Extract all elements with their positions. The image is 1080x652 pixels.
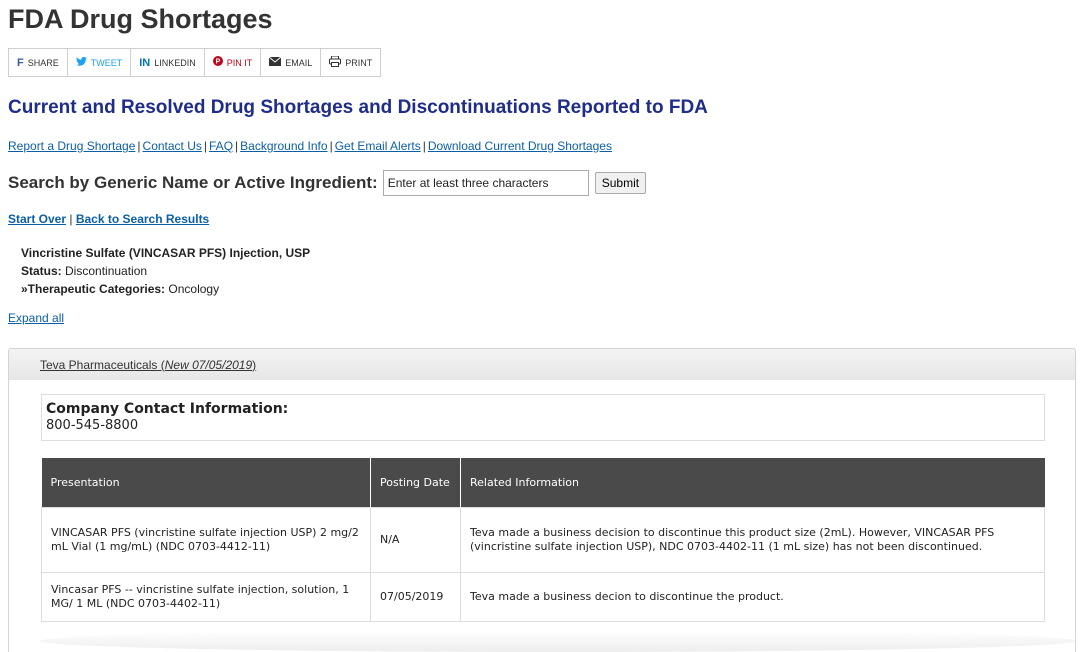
contact-title: Company Contact Information:	[46, 401, 289, 417]
twitter-tweet-button[interactable]: TWEET	[68, 49, 132, 76]
print-button[interactable]: PRINT	[321, 49, 380, 76]
submit-button[interactable]: Submit	[594, 172, 647, 194]
presentation-cell: VINCASAR PFS (vincristine sulfate inject…	[41, 506, 371, 573]
print-icon	[329, 55, 342, 70]
page-shadow	[40, 630, 1076, 652]
background-info-link[interactable]: Background Info	[240, 139, 327, 153]
related-info-cell: Teva made a business decion to discontin…	[460, 571, 1045, 622]
table-header-row: Presentation Posting Date Related Inform…	[41, 458, 1045, 507]
company-contact-box: Company Contact Information: 800-545-880…	[41, 394, 1045, 441]
table-row: Vincasar PFS -- vincristine sulfate inje…	[41, 571, 1045, 622]
nav-separator: |	[69, 212, 73, 226]
related-info-cell: Teva made a business decision to discont…	[460, 506, 1045, 573]
linkedin-share-button[interactable]: in LINKEDIN	[131, 49, 205, 76]
twitter-icon	[75, 56, 87, 69]
posting-date-cell: N/A	[370, 506, 461, 573]
search-form: Search by Generic Name or Active Ingredi…	[8, 170, 647, 196]
pin-it-label: PIN IT	[226, 57, 253, 68]
print-label: PRINT	[345, 57, 373, 68]
result-navigation: Start Over | Back to Search Results	[8, 212, 209, 226]
back-to-results-link[interactable]: Back to Search Results	[76, 212, 209, 226]
email-share-button[interactable]: EMAIL	[261, 49, 322, 76]
email-alerts-link[interactable]: Get Email Alerts	[335, 139, 421, 153]
posting-date-cell: 07/05/2019	[370, 571, 461, 622]
facebook-share-button[interactable]: f SHARE	[9, 49, 68, 76]
facebook-icon: f	[17, 56, 24, 69]
search-input[interactable]	[382, 170, 589, 196]
section-subtitle: Current and Resolved Drug Shortages and …	[8, 97, 708, 118]
email-icon	[268, 56, 282, 69]
start-over-link[interactable]: Start Over	[8, 212, 66, 226]
company-accordion-body: Company Contact Information: 800-545-880…	[8, 380, 1076, 652]
expand-all-link[interactable]: Expand all	[8, 311, 64, 325]
search-label: Search by Generic Name or Active Ingredi…	[8, 173, 378, 192]
categories-value: Oncology	[168, 282, 220, 296]
share-bar: f SHARE TWEET in LINKEDIN p PIN IT EMAIL…	[8, 48, 382, 77]
drug-name: Vincristine Sulfate (VINCASAR PFS) Injec…	[21, 246, 311, 260]
presentation-table: Presentation Posting Date Related Inform…	[41, 458, 1045, 622]
drug-summary: Vincristine Sulfate (VINCASAR PFS) Injec…	[21, 244, 310, 298]
pinterest-pin-button[interactable]: p PIN IT	[205, 49, 262, 76]
contact-phone: 800-545-8800	[46, 418, 139, 433]
faq-link[interactable]: FAQ	[209, 139, 233, 153]
company-name: Teva Pharmaceuticals	[40, 357, 158, 372]
categories-label: »Therapeutic Categories:	[21, 282, 166, 296]
presentation-cell: Vincasar PFS -- vincristine sulfate inje…	[41, 571, 371, 622]
column-header-related-info: Related Information	[460, 458, 1045, 507]
report-shortage-link[interactable]: Report a Drug Shortage	[8, 139, 135, 153]
download-shortages-link[interactable]: Download Current Drug Shortages	[428, 139, 612, 153]
pinterest-icon: p	[212, 56, 223, 69]
page-title: FDA Drug Shortages	[8, 4, 273, 34]
email-label: EMAIL	[285, 57, 313, 68]
linkedin-label: LINKEDIN	[154, 57, 196, 68]
company-accordion-header[interactable]: Teva Pharmaceuticals (New 07/05/2019)	[8, 348, 1076, 381]
share-label: SHARE	[27, 57, 59, 68]
resource-links: Report a Drug Shortage | Contact Us | FAQ | Ba…	[8, 139, 612, 153]
company-note: New 07/05/2019	[164, 357, 253, 372]
status-label: Status:	[21, 264, 62, 278]
linkedin-icon: in	[139, 56, 151, 69]
column-header-presentation: Presentation	[41, 458, 371, 507]
table-row: VINCASAR PFS (vincristine sulfate inject…	[41, 506, 1045, 573]
column-header-posting-date: Posting Date	[370, 458, 461, 507]
status-value: Discontinuation	[65, 264, 148, 278]
contact-us-link[interactable]: Contact Us	[143, 139, 202, 153]
tweet-label: TWEET	[90, 57, 123, 68]
svg-text:p: p	[215, 59, 220, 66]
